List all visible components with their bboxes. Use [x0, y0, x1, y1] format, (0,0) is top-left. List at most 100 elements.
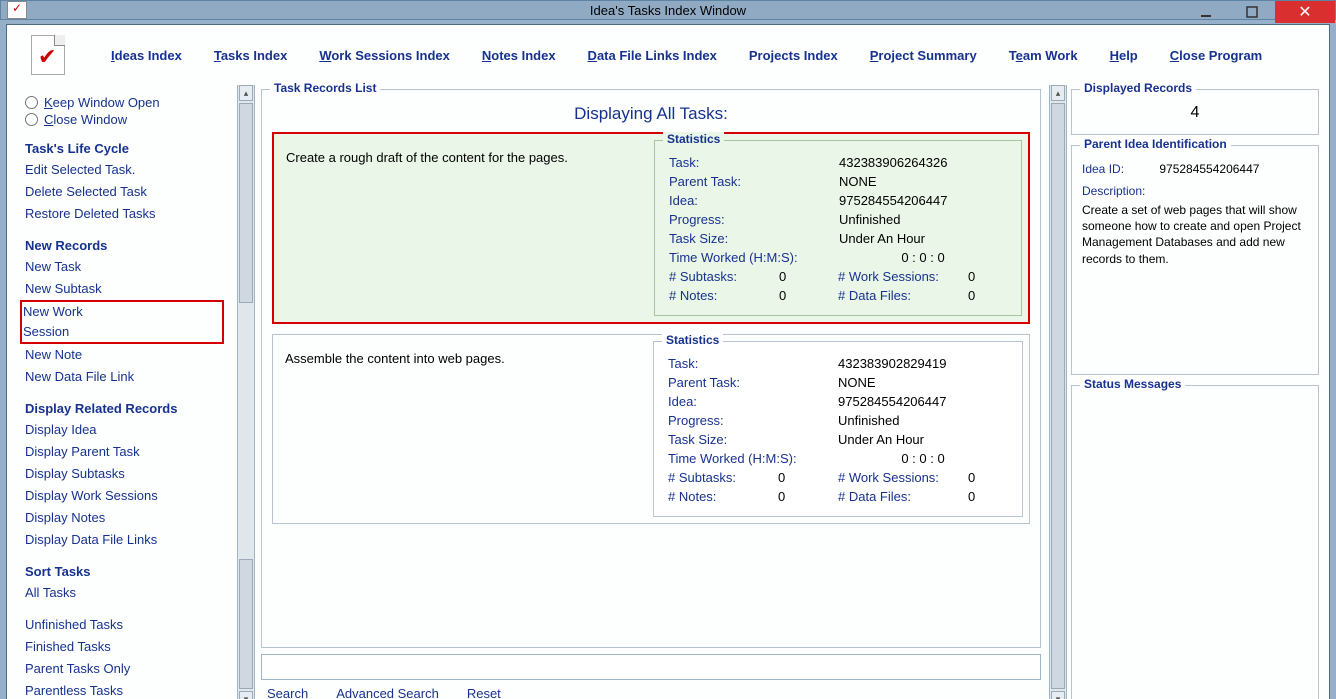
task-card[interactable]: Create a rough draft of the content for …: [272, 132, 1030, 324]
search-bar: [261, 654, 1041, 680]
value-ws: 0: [968, 470, 1008, 485]
label-subtasks: # Subtasks:: [669, 269, 779, 284]
label-ws: # Work Sessions:: [838, 470, 968, 485]
maximize-button[interactable]: [1229, 1, 1275, 23]
task-records-legend: Task Records List: [270, 81, 380, 95]
link-finished[interactable]: Finished Tasks: [25, 637, 223, 657]
menu-work-sessions[interactable]: Work Sessions Index: [319, 48, 450, 63]
radio-keep-open[interactable]: Keep Window Open: [25, 95, 223, 110]
value-subtasks: 0: [779, 269, 838, 284]
description-value: Create a set of web pages that will show…: [1082, 203, 1301, 266]
minimize-button[interactable]: [1183, 1, 1229, 23]
scrollbar-center[interactable]: ▴ ▾: [1049, 85, 1067, 699]
task-card[interactable]: Assemble the content into web pages. Sta…: [272, 334, 1030, 524]
link-delete-selected[interactable]: Delete Selected Task: [25, 182, 223, 202]
label-idea: Idea:: [668, 394, 838, 409]
value-progress: Unfinished: [839, 212, 1007, 227]
app-icon: [7, 1, 27, 19]
label-df: # Data Files:: [838, 288, 968, 303]
link-parentless[interactable]: Parentless Tasks: [25, 681, 223, 699]
menu-notes[interactable]: Notes Index: [482, 48, 556, 63]
menu-projects[interactable]: Projects Index: [749, 48, 838, 63]
menu-team[interactable]: Team Work: [1009, 48, 1078, 63]
value-ws: 0: [968, 269, 1007, 284]
radio-keep-open-input[interactable]: [25, 96, 38, 109]
link-new-subtask[interactable]: New Subtask: [25, 279, 223, 299]
menu-tasks[interactable]: Tasks Index: [214, 48, 287, 63]
link-edit-selected[interactable]: Edit Selected Task.: [25, 160, 223, 180]
search-input[interactable]: [261, 654, 1041, 680]
scroll-up-icon[interactable]: ▴: [239, 85, 253, 101]
task-description: Assemble the content into web pages.: [273, 335, 653, 523]
label-notes: # Notes:: [668, 489, 778, 504]
label-progress: Progress:: [669, 212, 839, 227]
status-messages-legend: Status Messages: [1080, 377, 1185, 391]
search-link[interactable]: Search: [267, 686, 308, 699]
label-subtasks: # Subtasks:: [668, 470, 778, 485]
scroll-thumb[interactable]: [239, 103, 253, 303]
menu-help[interactable]: Help: [1110, 48, 1138, 63]
menu-bar: Ideas Index Tasks Index Work Sessions In…: [7, 25, 1329, 85]
window-title: Idea's Tasks Index Window: [590, 3, 746, 18]
radio-close-window-input[interactable]: [25, 113, 38, 126]
link-display-subtasks[interactable]: Display Subtasks: [25, 464, 223, 484]
label-size: Task Size:: [669, 231, 839, 246]
client-area: Ideas Index Tasks Index Work Sessions In…: [6, 24, 1330, 699]
link-unfinished[interactable]: Unfinished Tasks: [25, 615, 223, 635]
link-display-parent[interactable]: Display Parent Task: [25, 442, 223, 462]
scroll-down-icon[interactable]: ▾: [1051, 691, 1065, 699]
value-progress: Unfinished: [838, 413, 1008, 428]
scroll-up-icon[interactable]: ▴: [1051, 85, 1065, 101]
scroll-thumb-2[interactable]: [239, 559, 253, 689]
value-idea: 975284554206447: [838, 394, 1008, 409]
link-new-work-session[interactable]: New Work Session: [21, 301, 223, 343]
value-subtasks: 0: [778, 470, 838, 485]
scrollbar-left[interactable]: ▴ ▾: [237, 85, 255, 699]
value-time: 0 : 0 : 0: [839, 250, 1007, 265]
search-links: Search Advanced Search Reset: [261, 686, 1041, 699]
value-time: 0 : 0 : 0: [838, 451, 1008, 466]
label-time: Time Worked (H:M:S):: [668, 451, 838, 466]
reset-link[interactable]: Reset: [467, 686, 501, 699]
heading-display-related: Display Related Records: [25, 401, 223, 416]
value-size: Under An Hour: [839, 231, 1007, 246]
right-panel: Displayed Records 4 Parent Idea Identifi…: [1067, 85, 1329, 699]
displayed-records-group: Displayed Records 4: [1071, 89, 1319, 135]
label-parent: Parent Task:: [669, 174, 839, 189]
label-idea: Idea:: [669, 193, 839, 208]
link-new-note[interactable]: New Note: [25, 345, 223, 365]
value-task: 432383906264326: [839, 155, 1007, 170]
menu-summary[interactable]: Project Summary: [870, 48, 977, 63]
link-new-datafile[interactable]: New Data File Link: [25, 367, 223, 387]
label-notes: # Notes:: [669, 288, 779, 303]
displayed-records-legend: Displayed Records: [1080, 81, 1196, 95]
label-size: Task Size:: [668, 432, 838, 447]
menu-datafile[interactable]: Data File Links Index: [588, 48, 717, 63]
workspace: Keep Window Open Close Window Task's Lif…: [7, 85, 1329, 699]
radio-close-window[interactable]: Close Window: [25, 112, 223, 127]
link-display-notes[interactable]: Display Notes: [25, 508, 223, 528]
label-parent: Parent Task:: [668, 375, 838, 390]
task-description: Create a rough draft of the content for …: [274, 134, 654, 322]
link-parent-only[interactable]: Parent Tasks Only: [25, 659, 223, 679]
value-parent: NONE: [838, 375, 1008, 390]
outer-frame: Ideas Index Tasks Index Work Sessions In…: [0, 20, 1336, 699]
link-restore-deleted[interactable]: Restore Deleted Tasks: [25, 204, 223, 224]
value-task: 432383902829419: [838, 356, 1008, 371]
menu-close-program[interactable]: Close Program: [1170, 48, 1262, 63]
link-display-dfl[interactable]: Display Data File Links: [25, 530, 223, 550]
menu-ideas[interactable]: Ideas Index: [111, 48, 182, 63]
value-idea: 975284554206447: [839, 193, 1007, 208]
label-time: Time Worked (H:M:S):: [669, 250, 839, 265]
scroll-thumb[interactable]: [1051, 103, 1065, 689]
value-df: 0: [968, 489, 1008, 504]
link-display-idea[interactable]: Display Idea: [25, 420, 223, 440]
link-display-ws[interactable]: Display Work Sessions: [25, 486, 223, 506]
link-all-tasks[interactable]: All Tasks: [25, 583, 223, 603]
close-button[interactable]: ✕: [1275, 1, 1335, 23]
link-new-task[interactable]: New Task: [25, 257, 223, 277]
scroll-down-icon[interactable]: ▾: [239, 691, 253, 699]
advanced-search-link[interactable]: Advanced Search: [336, 686, 439, 699]
label-df: # Data Files:: [838, 489, 968, 504]
task-display-title: Displaying All Tasks:: [272, 104, 1030, 124]
